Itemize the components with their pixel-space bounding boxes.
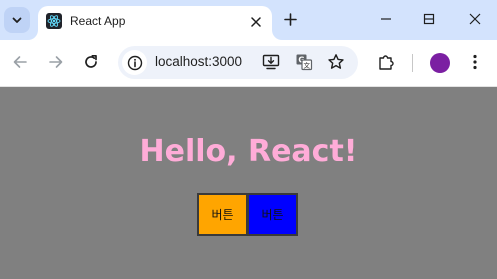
more-vertical-icon (473, 54, 477, 70)
reload-button[interactable] (80, 51, 102, 73)
react-logo-icon (46, 13, 62, 29)
back-button[interactable] (9, 51, 31, 73)
maximize-button[interactable] (409, 4, 449, 34)
star-icon (328, 54, 344, 69)
url-text: localhost:3000 (155, 54, 243, 69)
arrow-left-icon (13, 56, 27, 68)
orange-button[interactable]: 버튼 (197, 193, 248, 236)
puzzle-icon (379, 55, 394, 70)
maximize-icon (423, 13, 435, 25)
minimize-icon (381, 18, 391, 20)
browser-window: React App localhost:3000 G 文 Hello, Reac… (0, 0, 497, 279)
reload-icon (85, 54, 97, 68)
site-info-button[interactable] (122, 50, 147, 75)
arrow-right-icon (49, 56, 63, 68)
tab-strip: React App (0, 0, 497, 40)
tab-react-app[interactable]: React App (38, 6, 272, 40)
page-heading: Hello, React! (139, 134, 358, 169)
tab-search-button[interactable] (4, 7, 30, 33)
close-window-button[interactable] (455, 4, 495, 34)
tab-title: React App (70, 14, 126, 28)
plus-icon (283, 12, 297, 26)
new-tab-button[interactable] (280, 9, 300, 29)
translate-button[interactable]: G文 (294, 52, 314, 72)
menu-button[interactable] (464, 51, 486, 73)
install-app-icon (262, 54, 280, 70)
minimize-button-2[interactable] (366, 4, 406, 34)
close-icon (251, 17, 261, 27)
toolbar-divider (412, 54, 413, 72)
page-content: Hello, React! 버튼 버튼 (0, 87, 497, 279)
browser-toolbar: localhost:3000 G文 (0, 40, 497, 87)
address-bar[interactable]: localhost:3000 G文 (118, 46, 358, 79)
bookmark-button[interactable] (326, 52, 346, 72)
translate-icon: G文 (296, 54, 313, 71)
svg-text:文: 文 (304, 61, 311, 70)
chevron-down-icon (11, 11, 23, 30)
tab-close-button[interactable] (248, 14, 264, 30)
forward-button[interactable] (45, 51, 67, 73)
install-app-button[interactable] (261, 52, 281, 72)
avatar[interactable] (430, 53, 450, 73)
close-icon (469, 13, 481, 25)
info-icon (127, 55, 142, 70)
blue-button[interactable]: 버튼 (247, 193, 298, 236)
extensions-button[interactable] (375, 51, 397, 73)
